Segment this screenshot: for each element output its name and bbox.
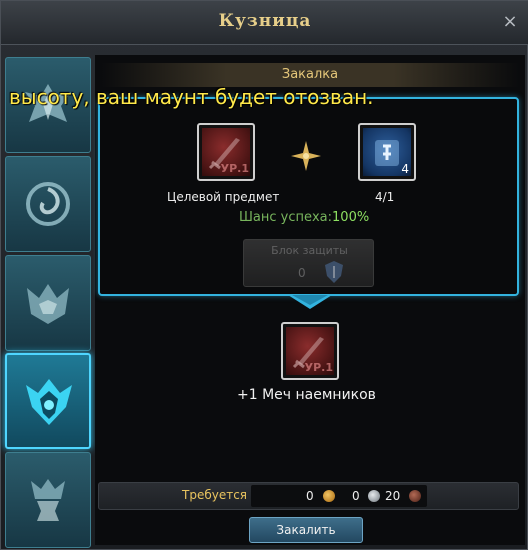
gold-amount: 0 xyxy=(306,489,314,503)
bronze-coin-icon xyxy=(409,490,421,502)
temper-button[interactable]: Закалить xyxy=(249,517,363,543)
shield-spikes-icon xyxy=(26,379,72,425)
section-title: Закалка xyxy=(101,63,519,87)
tab-tempering[interactable] xyxy=(5,353,91,449)
plus-icon xyxy=(291,141,321,171)
material-count: 4/1 xyxy=(375,190,395,204)
gold-coin-icon xyxy=(323,490,335,502)
material-slot[interactable]: 4 xyxy=(358,123,416,181)
chance-label: Шанс успеха: xyxy=(239,210,333,225)
panel-arrow-inner xyxy=(292,295,328,305)
tab-swirl[interactable] xyxy=(5,156,91,252)
material-stack: 4 xyxy=(401,162,409,176)
close-button[interactable]: × xyxy=(498,10,522,34)
forge-window: Кузница × Закалка УР.1 4 Целевой предмет… xyxy=(0,0,528,550)
protection-shield-icon xyxy=(325,261,343,283)
silver-coin-icon xyxy=(368,490,380,502)
protection-block-button[interactable]: Блок защиты 0 xyxy=(243,239,374,287)
anvil-icon xyxy=(31,479,65,521)
result-item-slot[interactable]: УР.1 xyxy=(281,322,339,380)
result-level: УР.1 xyxy=(304,361,333,374)
swirl-orb-icon xyxy=(26,182,70,226)
chance-value: 100% xyxy=(332,210,370,225)
target-item-label: Целевой предмет xyxy=(167,190,280,204)
tab-anvil[interactable] xyxy=(5,452,91,548)
requirements-label: Требуется xyxy=(182,488,248,502)
silver-amount: 0 xyxy=(352,489,360,503)
tab-helm[interactable] xyxy=(5,255,91,351)
bronze-amount: 20 xyxy=(385,489,401,503)
horned-helm-icon xyxy=(27,284,69,324)
success-chance: Шанс успеха:100% xyxy=(239,210,369,225)
target-item-slot[interactable]: УР.1 xyxy=(197,123,255,181)
result-item-name: +1 Меч наемников xyxy=(237,387,376,403)
protection-label: Блок защиты xyxy=(271,244,348,257)
item-level: УР.1 xyxy=(220,162,249,175)
window-title: Кузница xyxy=(218,11,312,31)
title-bar[interactable]: Кузница × xyxy=(1,1,528,45)
requirements-values xyxy=(251,485,427,507)
mount-warning-text: высоту, ваш маунт будет отозван. xyxy=(9,85,374,109)
protection-count: 0 xyxy=(298,266,306,280)
